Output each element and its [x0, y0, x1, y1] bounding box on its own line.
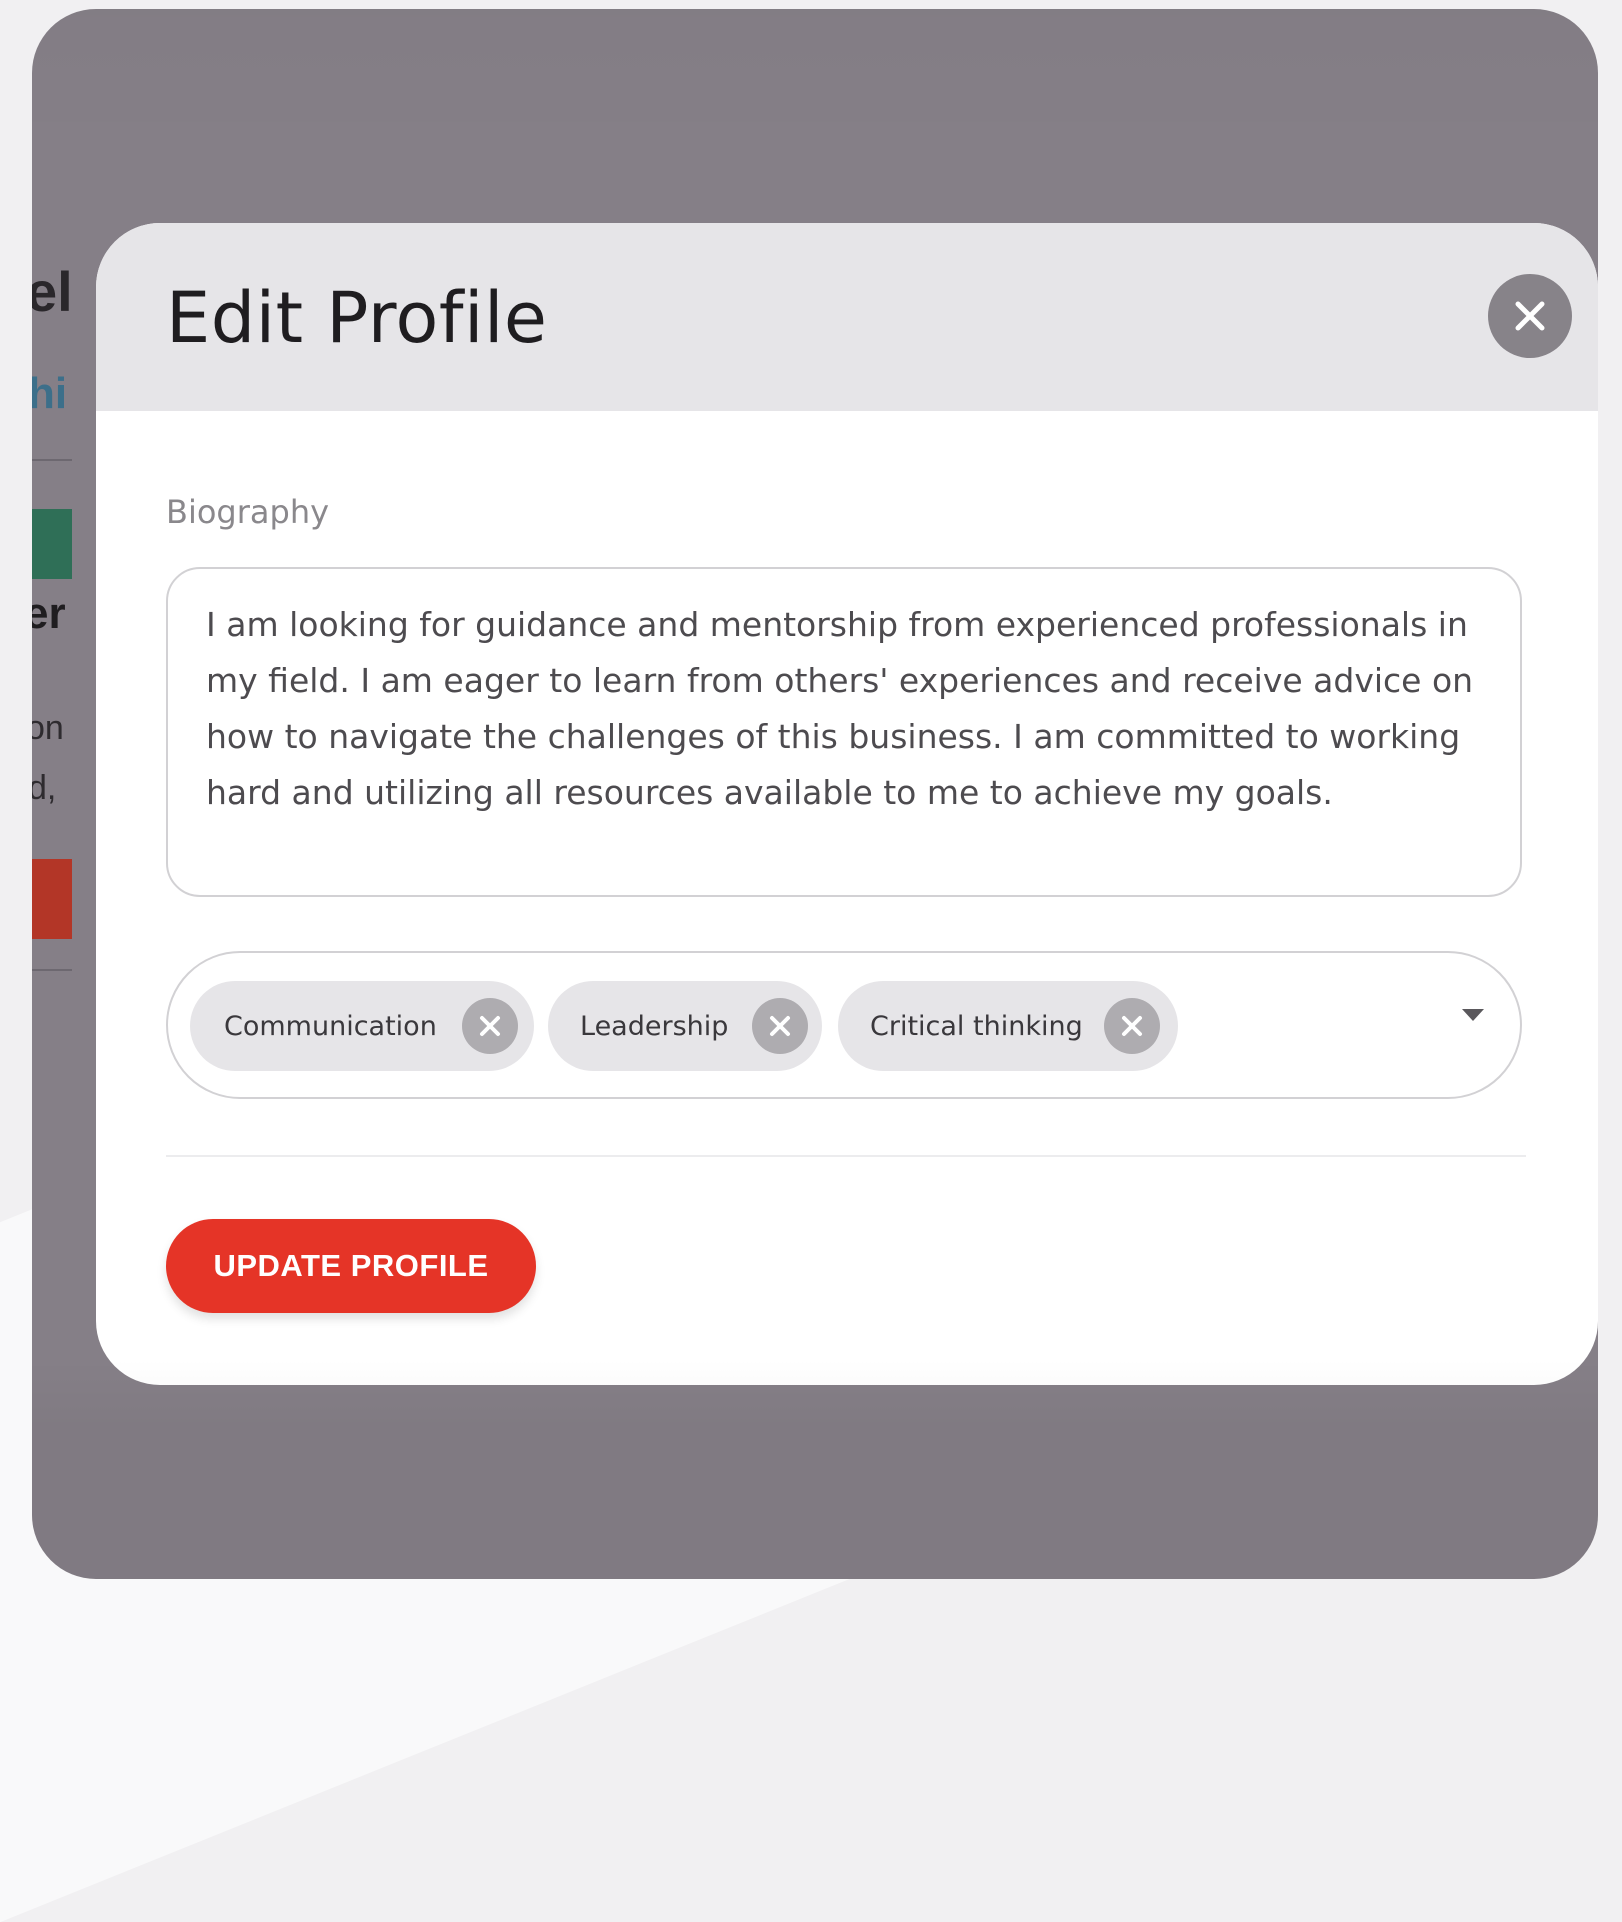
skill-chip: Leadership: [548, 981, 822, 1071]
skill-chip: Communication: [190, 981, 534, 1071]
close-circle-icon: [770, 1016, 790, 1036]
app-screen-overlay: el hi er on d, Edit Profile Biography I …: [32, 9, 1598, 1579]
close-circle-icon: [1122, 1016, 1142, 1036]
underlying-divider: [32, 969, 72, 971]
close-circle-icon: [480, 1016, 500, 1036]
underlying-link: hi: [32, 369, 68, 418]
modal-title: Edit Profile: [166, 277, 548, 359]
caret-down-icon[interactable]: [1462, 1009, 1484, 1021]
skill-chip-label: Critical thinking: [870, 1010, 1083, 1042]
remove-skill-button[interactable]: [462, 998, 518, 1054]
skill-chip-label: Communication: [224, 1010, 437, 1042]
modal-header: Edit Profile: [96, 223, 1598, 411]
remove-skill-button[interactable]: [1104, 998, 1160, 1054]
underlying-heading: el: [32, 260, 73, 323]
close-icon: [1515, 301, 1545, 331]
biography-text: I am looking for guidance and mentorship…: [206, 605, 1474, 812]
biography-label: Biography: [166, 493, 330, 531]
underlying-divider: [32, 459, 72, 461]
underlying-text: on: [32, 709, 64, 747]
remove-skill-button[interactable]: [752, 998, 808, 1054]
underlying-subheading: er: [32, 589, 66, 638]
edit-profile-modal: Edit Profile Biography I am looking for …: [96, 223, 1598, 1385]
skill-chip: Critical thinking: [838, 981, 1178, 1071]
biography-textarea[interactable]: I am looking for guidance and mentorship…: [166, 567, 1522, 897]
underlying-page: el hi er on d,: [32, 9, 73, 1579]
close-button[interactable]: [1488, 274, 1572, 358]
modal-divider: [166, 1155, 1526, 1157]
underlying-text: d,: [32, 769, 57, 807]
underlying-button: [32, 859, 72, 939]
underlying-badge: [32, 509, 72, 579]
update-profile-button[interactable]: UPDATE PROFILE: [166, 1219, 536, 1313]
skill-chip-label: Leadership: [580, 1010, 729, 1042]
skills-multiselect[interactable]: Communication Leadership Critical thinki…: [166, 951, 1522, 1099]
